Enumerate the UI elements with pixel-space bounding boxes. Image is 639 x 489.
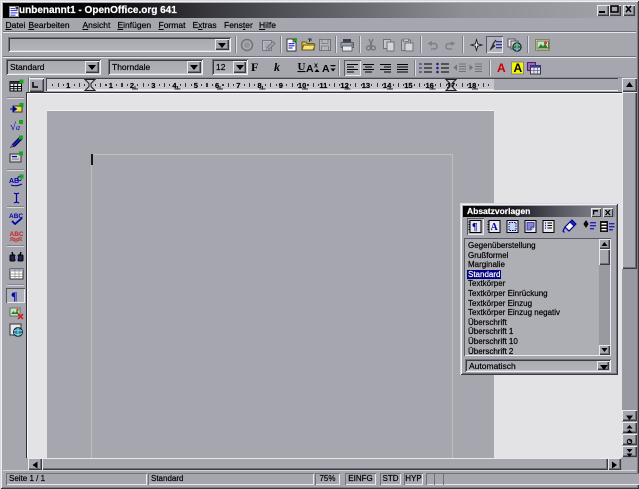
svg-text:F: F [251,60,258,74]
svg-text:k: k [274,60,280,74]
svg-text:a: a [16,123,20,132]
svg-text:A: A [514,61,523,75]
svg-text:A: A [322,63,330,74]
svg-text:¶: ¶ [11,289,17,302]
svg-text:ABC: ABC [10,231,24,238]
svg-text:x: x [314,63,318,70]
svg-text:A: A [497,61,506,75]
svg-text:A: A [306,63,314,74]
svg-text:¶: ¶ [472,222,477,233]
svg-text:U: U [298,61,306,73]
svg-text:A: A [491,222,499,233]
